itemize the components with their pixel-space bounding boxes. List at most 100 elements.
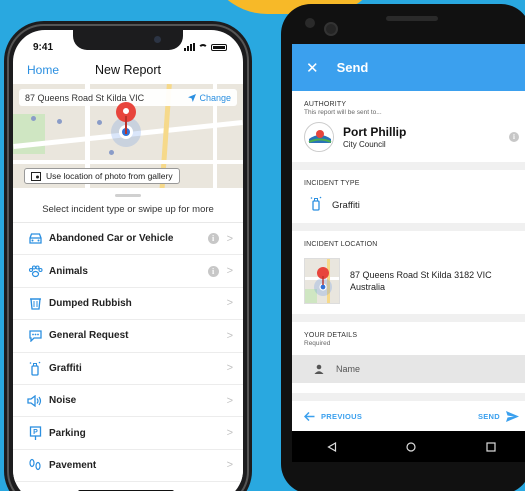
earpiece [386, 16, 438, 21]
notch [73, 30, 183, 50]
status-time: 9:41 [33, 41, 54, 53]
category-noise[interactable]: Noise > [13, 385, 243, 418]
use-gallery-location-button[interactable]: Use location of photo from gallery [24, 168, 180, 184]
back-triangle-icon[interactable] [327, 441, 337, 452]
close-icon[interactable]: ✕ [306, 59, 319, 77]
authority-label: AUTHORITY [304, 101, 347, 108]
android-nav-bar [292, 431, 525, 462]
parking-sign-icon: P [27, 425, 43, 441]
name-placeholder: Name [336, 364, 361, 374]
category-dumped-rubbish[interactable]: Dumped Rubbish > [13, 288, 243, 321]
spray-can-icon [27, 360, 43, 376]
sheet-hint: Select incident type or swipe up for mor… [13, 197, 243, 223]
home-back-button[interactable]: Home [27, 63, 59, 77]
footer-bar: PREVIOUS SEND [292, 401, 525, 431]
android-device: ✕ Send AUTHORITY This report will be sen… [281, 4, 525, 491]
spray-can-icon [310, 196, 322, 214]
app-bar: ✕ Send [292, 44, 525, 91]
location-line1: 87 Queens Road St Kilda 3182 VIC [350, 270, 492, 280]
front-camera-icon [154, 36, 161, 43]
signal-icon [184, 43, 195, 51]
car-icon [27, 231, 43, 247]
info-icon[interactable]: i [207, 265, 219, 277]
location-map[interactable]: 87 Queens Road St Kilda VIC Change Use l… [13, 84, 243, 188]
your-details-label: YOUR DETAILS [304, 332, 358, 339]
send-button[interactable]: SEND [477, 410, 519, 422]
svg-text:P: P [33, 429, 38, 436]
android-screen: ✕ Send AUTHORITY This report will be sen… [292, 44, 525, 462]
category-abandoned-car[interactable]: Abandoned Car or Vehicle i > [13, 223, 243, 256]
location-thumbnail [304, 258, 340, 304]
category-label: Noise [49, 395, 77, 407]
your-details-section: YOUR DETAILS Required Name [292, 322, 525, 393]
address-text: 87 Queens Road St Kilda VIC [25, 92, 145, 103]
map-poi-icon [31, 116, 36, 121]
category-label: Graffiti [49, 362, 82, 374]
send-label: SEND [477, 411, 500, 421]
wifi-icon [198, 43, 208, 51]
authority-subname: City Council [343, 140, 386, 149]
sensor-icon [305, 18, 315, 28]
chevron-right-icon: > [226, 427, 233, 440]
gallery-label: Use location of photo from gallery [46, 171, 173, 181]
category-label: Pavement [49, 459, 97, 471]
name-field[interactable]: Name [292, 355, 525, 383]
council-logo [304, 122, 334, 152]
incident-type-row[interactable]: Graffiti [304, 187, 519, 223]
chevron-right-icon: > [226, 232, 233, 245]
authority-section: AUTHORITY This report will be sent to...… [292, 91, 525, 162]
change-location-button[interactable]: Change [188, 93, 231, 103]
arrow-left-icon [304, 411, 315, 421]
category-label: General Request [49, 330, 129, 342]
incident-type-label: INCIDENT TYPE [304, 180, 360, 187]
chevron-right-icon: > [226, 394, 233, 407]
authority-sub: This report will be sent to... [304, 109, 382, 116]
nav-bar: Home New Report [13, 56, 243, 84]
category-label: Animals [49, 265, 88, 277]
front-camera-icon [324, 22, 338, 36]
incident-type-section: INCIDENT TYPE Graffiti [292, 170, 525, 223]
category-graffiti[interactable]: Graffiti > [13, 353, 243, 385]
map-poi-icon [57, 119, 62, 124]
category-label: Dumped Rubbish [49, 297, 132, 309]
map-pin-icon[interactable] [114, 102, 138, 136]
trash-icon [27, 295, 43, 311]
chevron-right-icon: > [226, 329, 233, 342]
map-poi-icon [97, 120, 102, 125]
chevron-right-icon: > [226, 459, 233, 472]
app-bar-title: Send [336, 60, 369, 75]
chevron-right-icon: > [226, 297, 233, 310]
speaker-icon [27, 393, 43, 409]
category-parking[interactable]: P Parking > [13, 417, 243, 450]
category-pavement[interactable]: Pavement > [13, 450, 243, 483]
home-circle-icon[interactable] [406, 441, 417, 452]
authority-row[interactable]: Port Phillip City Council i [304, 116, 519, 158]
footprints-icon [27, 457, 43, 473]
category-label: Parking [49, 427, 86, 439]
send-icon [506, 410, 519, 422]
chevron-right-icon: > [226, 265, 233, 278]
info-icon[interactable]: i [509, 132, 519, 142]
info-icon[interactable]: i [207, 233, 219, 245]
change-label: Change [199, 92, 231, 103]
previous-button[interactable]: PREVIOUS [304, 411, 362, 421]
paw-icon [27, 263, 43, 279]
incident-type-sheet: Select incident type or swipe up for mor… [13, 194, 243, 483]
map-poi-icon [109, 150, 114, 155]
recents-square-icon[interactable] [486, 441, 496, 452]
photo-location-icon [31, 171, 41, 181]
category-label: Abandoned Car or Vehicle [49, 233, 174, 245]
incident-location-row[interactable]: 87 Queens Road St Kilda 3182 VIC Austral… [304, 248, 519, 314]
battery-icon [211, 43, 227, 51]
chevron-right-icon: > [226, 362, 233, 375]
incident-location-section: INCIDENT LOCATION 87 Queens Road St Kild… [292, 231, 525, 314]
iphone-screen: 9:41 Home New Report 87 Queens Road St K [13, 30, 243, 491]
map-road [13, 160, 243, 164]
chat-icon [27, 328, 43, 344]
category-animals[interactable]: Animals i > [13, 255, 243, 288]
category-general-request[interactable]: General Request > [13, 320, 243, 353]
person-icon [314, 364, 324, 374]
location-line2: Australia [350, 282, 386, 292]
authority-name: Port Phillip [343, 125, 407, 139]
incident-location-label: INCIDENT LOCATION [304, 241, 378, 248]
